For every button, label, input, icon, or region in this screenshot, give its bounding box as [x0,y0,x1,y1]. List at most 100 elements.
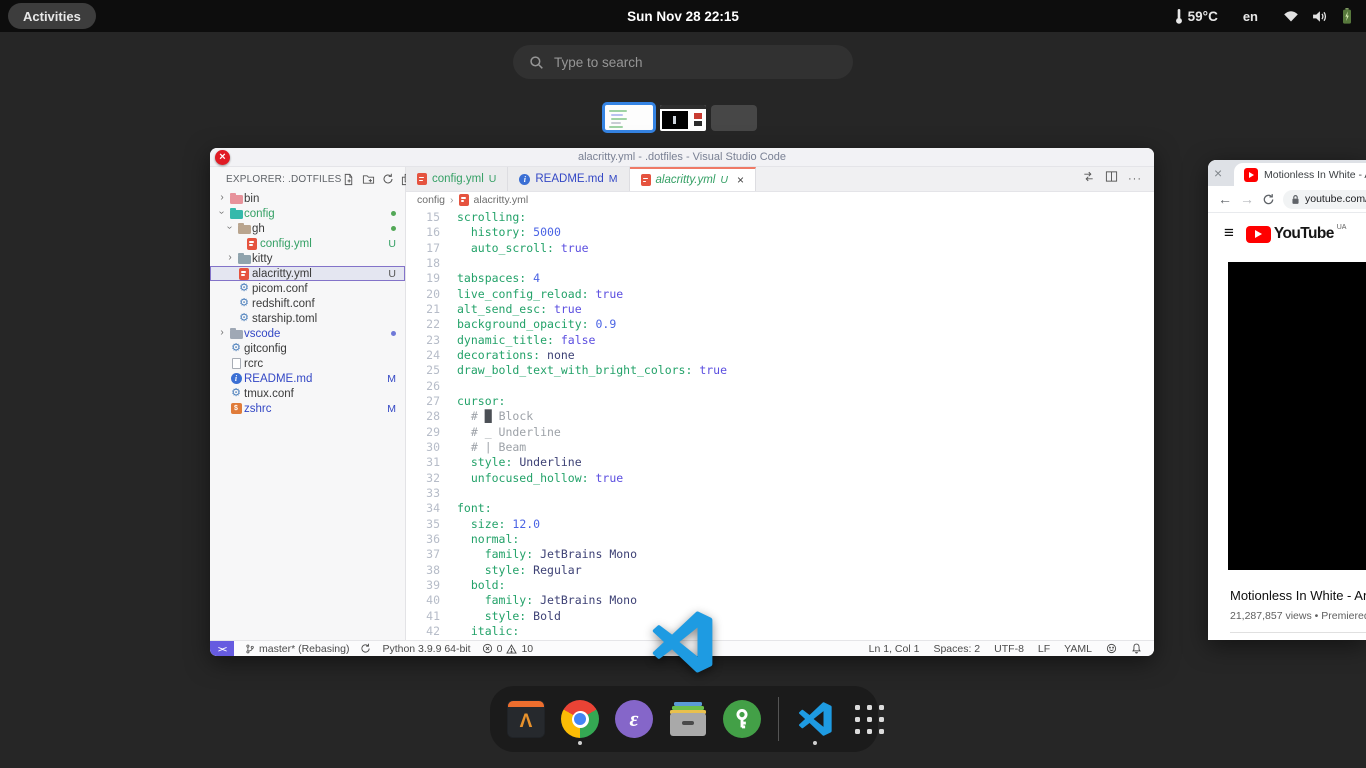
tab-close-icon[interactable]: × [1214,165,1222,181]
code-line-30[interactable]: 30 # | Beam [406,440,1154,455]
code-line-19[interactable]: 19tabspaces: 4 [406,271,1154,286]
code-line-15[interactable]: 15scrolling: [406,210,1154,225]
chevron-right-icon[interactable]: › [216,193,228,204]
indentation-setting[interactable]: Spaces: 2 [933,643,980,655]
dock-item-alacritty[interactable]: Λ [504,691,548,747]
explorer-item-gitconfig[interactable]: ⚙gitconfig [210,341,405,356]
menu-hamburger-icon[interactable]: ≡ [1224,223,1234,243]
explorer-item-config[interactable]: ›config [210,206,405,221]
breadcrumb-file[interactable]: alacritty.yml [474,194,529,206]
code-line-42[interactable]: 42 italic: [406,624,1154,639]
code-line-40[interactable]: 40 family: JetBrains Mono [406,593,1154,608]
workspace-thumbnail-video[interactable] [660,105,706,131]
wifi-icon[interactable] [1283,10,1299,22]
workspace-thumbnail-active[interactable] [602,102,656,133]
code-line-17[interactable]: 17 auto_scroll: true [406,241,1154,256]
new-file-icon[interactable] [342,173,355,186]
explorer-item-config.yml[interactable]: config.ymlU [210,236,405,251]
back-button[interactable]: ← [1218,192,1232,206]
dock-item-chrome[interactable] [558,691,602,747]
window-close-button[interactable]: × [215,150,230,165]
code-line-28[interactable]: 28 # █ Block [406,409,1154,424]
chevron-down-icon[interactable]: › [216,208,228,219]
vscode-app-icon[interactable] [651,611,713,673]
editor-tab-alacritty.yml[interactable]: alacritty.ymlU× [630,167,756,191]
code-line-29[interactable]: 29 # _ Underline [406,425,1154,440]
breadcrumb[interactable]: config › alacritty.yml [406,192,1154,207]
feedback-icon[interactable] [1106,643,1117,654]
notifications-bell-icon[interactable] [1131,643,1142,654]
youtube-logo[interactable]: YouTube UA [1246,224,1347,243]
explorer-item-README.md[interactable]: iREADME.mdM [210,371,405,386]
code-line-27[interactable]: 27cursor: [406,394,1154,409]
code-line-23[interactable]: 23dynamic_title: false [406,333,1154,348]
cursor-position[interactable]: Ln 1, Col 1 [869,643,920,655]
explorer-item-tmux.conf[interactable]: ⚙tmux.conf [210,386,405,401]
explorer-item-rcrc[interactable]: rcrc [210,356,405,371]
reload-button[interactable] [1262,193,1275,206]
chrome-active-tab[interactable]: Motionless In White - A [1234,163,1366,186]
explorer-item-starship.toml[interactable]: ⚙starship.toml [210,311,405,326]
vscode-titlebar[interactable]: × alacritty.yml - .dotfiles - Visual Stu… [210,148,1154,167]
code-line-18[interactable]: 18 [406,256,1154,271]
python-version[interactable]: Python 3.9.9 64-bit [382,643,470,655]
code-line-31[interactable]: 31 style: Underline [406,455,1154,470]
more-actions-icon[interactable]: ··· [1128,173,1142,185]
breadcrumb-folder[interactable]: config [417,194,445,206]
code-line-43[interactable]: 43 family: JetBrains Mono [406,639,1154,640]
problems-indicator[interactable]: 0 10 [482,643,534,655]
explorer-item-kitty[interactable]: ›kitty [210,251,405,266]
workspace-thumbnail-empty[interactable] [711,105,757,131]
explorer-item-gh[interactable]: ›gh [210,221,405,236]
split-editor-icon[interactable] [1105,170,1118,188]
new-folder-icon[interactable] [362,173,375,186]
forward-button[interactable]: → [1240,192,1254,206]
code-line-39[interactable]: 39 bold: [406,578,1154,593]
video-player[interactable] [1228,262,1366,570]
encoding-setting[interactable]: UTF-8 [994,643,1024,655]
code-line-41[interactable]: 41 style: Bold [406,609,1154,624]
search-input[interactable]: Type to search [513,45,853,79]
code-line-37[interactable]: 37 family: JetBrains Mono [406,547,1154,562]
dock-item-app-grid[interactable] [847,691,891,747]
code-line-26[interactable]: 26 [406,379,1154,394]
sync-button[interactable] [360,643,371,654]
code-line-35[interactable]: 35 size: 12.0 [406,517,1154,532]
explorer-item-zshrc[interactable]: $zshrcM [210,401,405,416]
code-line-24[interactable]: 24decorations: none [406,348,1154,363]
code-line-16[interactable]: 16 history: 5000 [406,225,1154,240]
editor-tab-README.md[interactable]: iREADME.mdM [508,167,629,191]
code-line-32[interactable]: 32 unfocused_hollow: true [406,471,1154,486]
keyboard-layout-indicator[interactable]: en [1243,9,1258,24]
dock-item-files[interactable] [666,691,710,747]
tab-close-icon[interactable]: × [737,173,744,187]
explorer-item-picom.conf[interactable]: ⚙picom.conf [210,281,405,296]
open-changes-icon[interactable] [1082,170,1095,188]
dock-item-vscode[interactable] [793,691,837,747]
explorer-item-redshift.conf[interactable]: ⚙redshift.conf [210,296,405,311]
code-line-36[interactable]: 36 normal: [406,532,1154,547]
language-mode[interactable]: YAML [1064,643,1092,655]
explorer-item-bin[interactable]: ›bin [210,191,405,206]
code-line-22[interactable]: 22background_opacity: 0.9 [406,317,1154,332]
dock-item-emacs[interactable]: ε [612,691,656,747]
volume-icon[interactable] [1312,10,1329,23]
code-line-25[interactable]: 25draw_bold_text_with_bright_colors: tru… [406,363,1154,378]
battery-charging-icon[interactable] [1342,8,1352,24]
chevron-right-icon[interactable]: › [224,253,236,264]
code-line-33[interactable]: 33 [406,486,1154,501]
explorer-item-alacritty.yml[interactable]: alacritty.ymlU [210,266,405,281]
code-line-21[interactable]: 21alt_send_esc: true [406,302,1154,317]
editor-tab-config.yml[interactable]: config.ymlU [406,167,508,191]
code-line-34[interactable]: 34font: [406,501,1154,516]
eol-setting[interactable]: LF [1038,643,1050,655]
chevron-right-icon[interactable]: › [216,328,228,339]
clock[interactable]: Sun Nov 28 22:15 [0,9,1366,24]
git-branch-status[interactable]: master* (Rebasing) [245,643,349,655]
explorer-item-vscode[interactable]: ›vscode [210,326,405,341]
dock-item-passwords[interactable] [720,691,764,747]
code-line-20[interactable]: 20live_config_reload: true [406,287,1154,302]
chevron-down-icon[interactable]: › [224,223,236,234]
code-line-38[interactable]: 38 style: Regular [406,563,1154,578]
remote-indicator[interactable]: >< [210,641,234,656]
